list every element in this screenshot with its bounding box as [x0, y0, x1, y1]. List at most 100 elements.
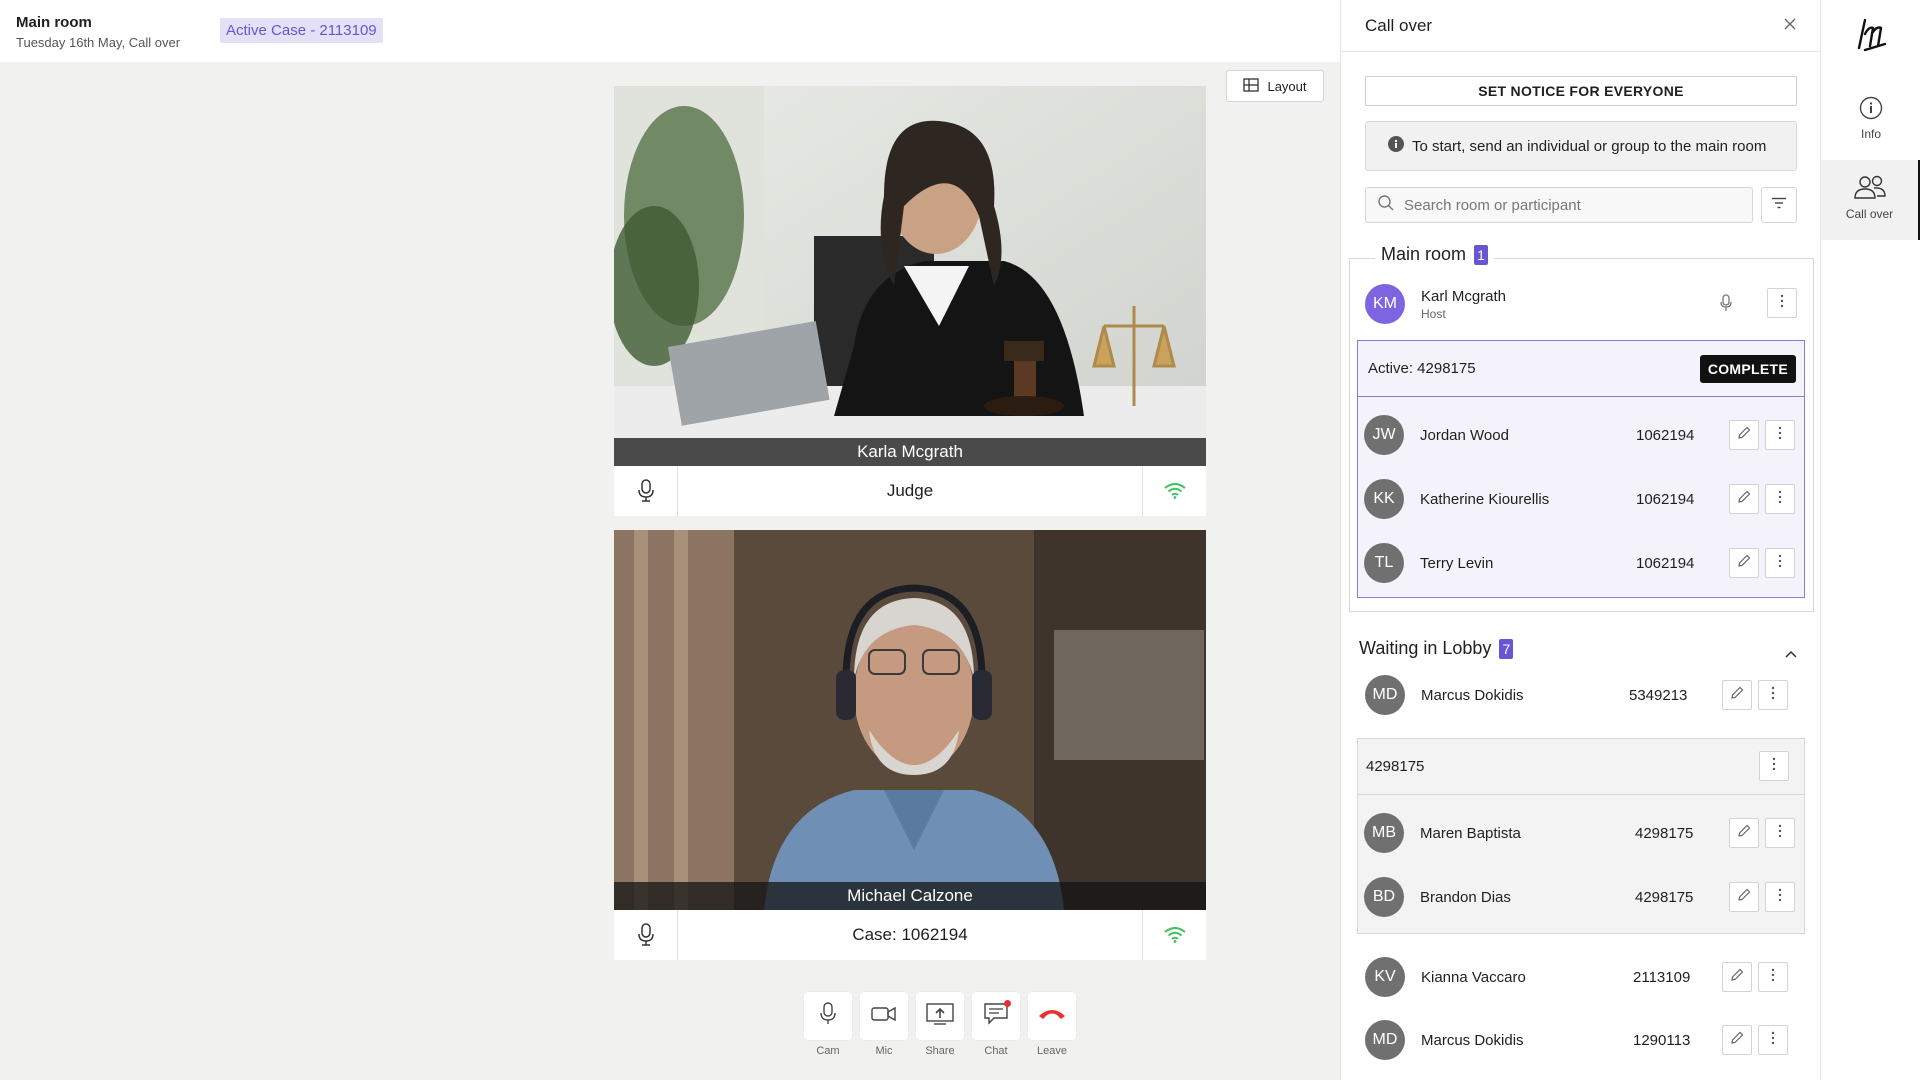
edit-button[interactable]: [1722, 680, 1752, 710]
more-options-button[interactable]: [1758, 1025, 1788, 1055]
more-options-button[interactable]: [1765, 484, 1795, 514]
unread-dot: [1004, 1000, 1011, 1007]
lobby-case-group: 4298175 MB Maren Baptista 4298175 BD Bra…: [1357, 738, 1805, 934]
case-number: 1062194: [1636, 426, 1695, 444]
active-case-badge[interactable]: Active Case - 2113109: [220, 18, 383, 43]
leave-control: Leave: [1028, 992, 1076, 1057]
info-message: To start, send an individual or group to…: [1365, 121, 1797, 171]
participant-role-label: Judge: [886, 481, 934, 500]
active-case-group: Active: 4298175 COMPLETE JW Jordan Wood …: [1357, 340, 1805, 598]
case-number: 1290113: [1633, 1031, 1691, 1049]
edit-button[interactable]: [1722, 962, 1752, 992]
video-tile[interactable]: Karla Mcgrath Judge: [614, 86, 1206, 516]
more-options-button[interactable]: [1758, 680, 1788, 710]
participant-role-label: Case: 1062194: [852, 925, 968, 944]
rail-item-label: Info: [1860, 127, 1881, 141]
lobby-group-header: 4298175: [1358, 739, 1804, 795]
case-number: 4298175: [1635, 824, 1694, 842]
chat-control: Chat: [972, 992, 1020, 1057]
avatar: KK: [1364, 479, 1404, 519]
leave-button[interactable]: [1028, 992, 1076, 1040]
signal-strength-icon: [1142, 466, 1206, 516]
top-bar: Main room Tuesday 16th May, Call over Ac…: [0, 0, 1340, 62]
edit-button[interactable]: [1729, 420, 1759, 450]
lobby-count: 7: [1499, 638, 1514, 659]
more-vertical-icon: [1771, 686, 1775, 705]
mic-button[interactable]: [860, 992, 908, 1040]
info-circle-icon: [1388, 136, 1404, 156]
edit-button[interactable]: [1722, 1025, 1752, 1055]
lobby-heading[interactable]: Waiting in Lobby 7: [1359, 638, 1514, 659]
layout-button[interactable]: Layout: [1226, 70, 1324, 102]
pencil-icon: [1730, 968, 1744, 987]
avatar: KV: [1365, 957, 1405, 997]
participant-name: Marcus Dokidis: [1421, 1031, 1524, 1049]
rail-item-info[interactable]: Info: [1821, 86, 1920, 148]
chat-button[interactable]: [972, 992, 1020, 1040]
cam-control: Cam: [804, 992, 852, 1057]
active-group-label: Active: 4298175: [1368, 360, 1476, 377]
microphone-icon[interactable]: [1720, 294, 1732, 317]
more-vertical-icon: [1778, 426, 1782, 445]
complete-button[interactable]: COMPLETE: [1699, 354, 1796, 383]
users-icon: [1853, 175, 1886, 203]
avatar: MD: [1365, 1020, 1405, 1060]
close-icon[interactable]: [1784, 17, 1796, 35]
brand-logo: [1857, 18, 1887, 52]
share-button[interactable]: [916, 992, 964, 1040]
more-options-button[interactable]: [1765, 882, 1795, 912]
pencil-icon: [1737, 490, 1751, 509]
participant-name: Katherine Kiourellis: [1420, 490, 1550, 508]
list-item: MD Marcus Dokidis 1290113: [1365, 1020, 1805, 1060]
edit-button[interactable]: [1729, 818, 1759, 848]
chat-label: Chat: [984, 1045, 1008, 1057]
more-options-button[interactable]: [1765, 420, 1795, 450]
filter-button[interactable]: [1761, 187, 1797, 223]
search-input[interactable]: Search room or participant: [1365, 187, 1753, 223]
share-label: Share: [925, 1045, 955, 1057]
edit-button[interactable]: [1729, 882, 1759, 912]
leave-label: Leave: [1037, 1045, 1067, 1057]
set-notice-button[interactable]: SET NOTICE FOR EVERYONE: [1365, 76, 1797, 106]
lobby-group-label: 4298175: [1366, 758, 1425, 775]
more-options-button[interactable]: [1765, 818, 1795, 848]
list-item: KV Kianna Vaccaro 2113109: [1365, 957, 1805, 997]
camera-icon: [871, 1006, 897, 1027]
edit-button[interactable]: [1729, 484, 1759, 514]
chat-icon: [984, 1002, 1008, 1030]
avatar: BD: [1364, 877, 1404, 917]
info-text: To start, send an individual or group to…: [1412, 137, 1767, 155]
avatar: TL: [1364, 543, 1404, 583]
main-room-heading: Main room 1: [1375, 244, 1495, 265]
chevron-up-icon[interactable]: [1785, 645, 1797, 663]
host-row: KM Karl Mcgrath Host: [1365, 284, 1805, 324]
participant-name: Marcus Dokidis: [1421, 686, 1524, 704]
pencil-icon: [1730, 1031, 1744, 1050]
tile-info-bar: Judge: [614, 466, 1206, 516]
more-vertical-icon: [1772, 757, 1776, 775]
more-options-button[interactable]: [1765, 548, 1795, 578]
rail-item-call-over[interactable]: Call over: [1821, 160, 1920, 240]
call-over-panel: Call over SET NOTICE FOR EVERYONE To sta…: [1340, 0, 1820, 1080]
more-options-button[interactable]: [1758, 962, 1788, 992]
microphone-icon[interactable]: [614, 910, 678, 960]
cam-button[interactable]: [804, 992, 852, 1040]
more-options-button[interactable]: [1767, 288, 1797, 318]
microphone-icon[interactable]: [614, 466, 678, 516]
side-rail: Info Call over: [1820, 0, 1920, 1080]
cam-label: Cam: [816, 1045, 840, 1057]
video-tile[interactable]: Michael Calzone Case: 1062194: [614, 530, 1206, 960]
participant-name: Brandon Dias: [1420, 888, 1511, 906]
video-feed: Michael Calzone: [614, 530, 1206, 910]
case-number: 1062194: [1636, 490, 1695, 508]
share-control: Share: [916, 992, 964, 1057]
active-group-header: Active: 4298175 COMPLETE: [1358, 341, 1804, 397]
edit-button[interactable]: [1729, 548, 1759, 578]
video-image-judge: [614, 86, 1206, 466]
more-options-button[interactable]: [1759, 751, 1789, 781]
host-name: Karl Mcgrath: [1421, 287, 1507, 305]
participant-name: Kianna Vaccaro: [1421, 968, 1526, 986]
case-number: 5349213: [1629, 686, 1688, 704]
grid-icon: [1243, 77, 1260, 95]
lobby-title: Waiting in Lobby: [1359, 638, 1492, 658]
